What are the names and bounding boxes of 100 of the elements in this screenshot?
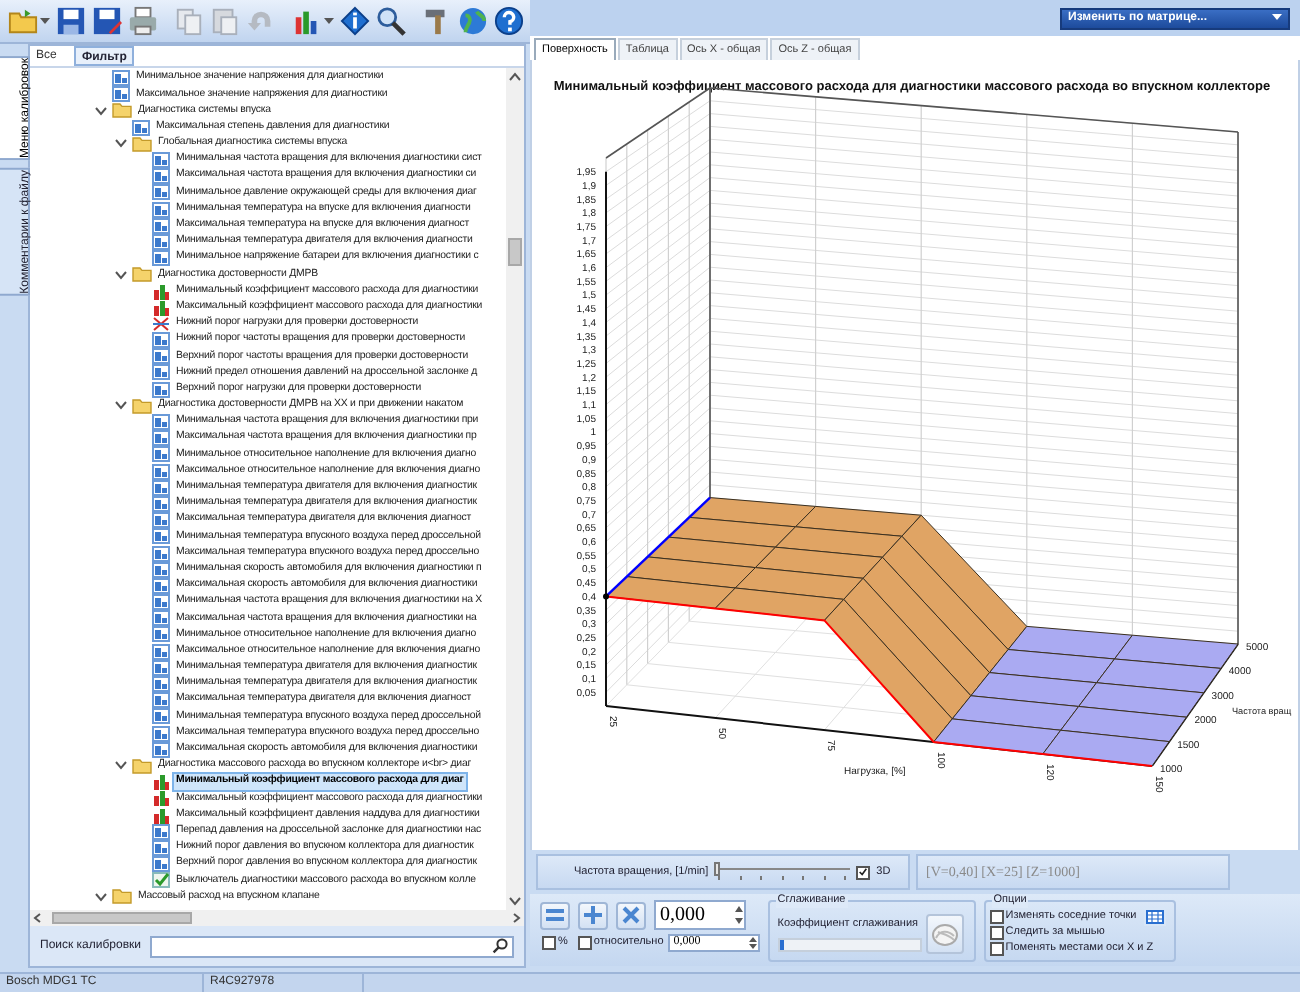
table-icon [132, 119, 150, 136]
checkbox[interactable] [542, 936, 556, 950]
checkbox[interactable] [577, 936, 592, 950]
info-icon[interactable] [340, 6, 370, 36]
table-icon [152, 479, 170, 496]
scroll-down-icon[interactable] [506, 892, 524, 910]
spinner-icon[interactable] [734, 902, 744, 928]
close-icon [618, 902, 644, 928]
surface-cell [1007, 625, 1133, 660]
surface-cell [688, 497, 817, 528]
table-icon [152, 430, 170, 447]
table-icon [152, 643, 170, 660]
surface-cell [774, 526, 903, 558]
map-icon [152, 299, 170, 316]
table-icon [152, 364, 170, 381]
grid-icon [1146, 910, 1165, 924]
caret-icon[interactable] [40, 17, 50, 25]
globe-icon[interactable] [458, 6, 488, 36]
checkbox[interactable] [989, 926, 1004, 940]
table-icon [152, 545, 170, 562]
scrollbar-thumb[interactable] [52, 912, 192, 924]
smoothing-slider[interactable] [777, 938, 922, 953]
table-icon [152, 856, 170, 873]
rpm-slider[interactable] [714, 862, 851, 882]
expander-icon[interactable] [114, 398, 128, 413]
map-icon [152, 283, 170, 300]
surface-cell [795, 505, 922, 537]
surface-cell [626, 556, 756, 589]
table-icon [152, 250, 170, 267]
checkbox[interactable] [856, 865, 871, 879]
surface-cell [714, 587, 845, 621]
caret-icon[interactable] [324, 17, 334, 25]
surface-cell [1042, 729, 1170, 767]
surface-cell [1078, 682, 1205, 718]
surface-cell [1096, 658, 1222, 694]
table-icon [152, 332, 170, 349]
table-icon [152, 348, 170, 365]
folder-icon [132, 397, 152, 414]
surface-cell [862, 556, 990, 697]
surface-cell [901, 514, 1028, 650]
printer-icon[interactable] [128, 6, 158, 36]
surface-cell [989, 649, 1115, 684]
help-icon[interactable] [494, 6, 524, 36]
number-field[interactable]: 0,000 [654, 900, 746, 930]
grid-button[interactable] [1144, 908, 1167, 926]
table-icon [152, 184, 170, 201]
expander-icon[interactable] [94, 103, 108, 118]
switch-icon [152, 872, 170, 889]
tool-button[interactable] [540, 901, 570, 929]
table-icon [152, 381, 170, 398]
plus-icon [580, 902, 606, 928]
map-icon [152, 807, 170, 824]
folder-icon [132, 266, 152, 283]
scroll-up-icon[interactable] [506, 68, 524, 86]
surface-cell [667, 516, 796, 548]
expander-icon[interactable] [94, 889, 108, 904]
table-icon [152, 414, 170, 431]
scroll-right-icon[interactable] [508, 910, 524, 926]
spinner-icon[interactable] [747, 936, 758, 950]
table-icon [152, 168, 170, 185]
surface-cell [970, 672, 1098, 707]
tool-button[interactable] [578, 901, 608, 929]
expander-icon[interactable] [114, 136, 128, 151]
table-icon [152, 463, 170, 480]
expander-icon[interactable] [114, 758, 128, 773]
table-icon [152, 839, 170, 856]
table-icon [152, 512, 170, 529]
table-icon [152, 725, 170, 742]
check-icon [858, 866, 869, 878]
save-as-icon[interactable] [92, 6, 122, 36]
checkbox[interactable] [989, 942, 1004, 956]
table-icon [152, 741, 170, 758]
scrollbar-thumb[interactable] [508, 238, 522, 266]
surface-cell [933, 718, 1062, 755]
surface-cell [754, 546, 883, 579]
table-icon [152, 577, 170, 594]
slider-thumb[interactable] [714, 862, 721, 876]
cursor-point[interactable] [603, 593, 609, 600]
mesh-icon [929, 919, 960, 949]
save-icon[interactable] [56, 6, 86, 36]
map-icon [152, 790, 170, 807]
tool-button[interactable] [616, 901, 646, 929]
table-icon [152, 528, 170, 545]
surface-cell [882, 535, 1009, 674]
table-icon [152, 626, 170, 643]
expander-icon[interactable] [114, 267, 128, 282]
search-icon[interactable] [376, 6, 406, 36]
scroll-left-icon[interactable] [30, 910, 46, 926]
map-icon [152, 774, 170, 791]
checkbox[interactable] [989, 910, 1004, 924]
search-icon[interactable] [492, 938, 508, 954]
chart-icon[interactable] [292, 6, 322, 36]
table-icon [152, 233, 170, 250]
search-field[interactable] [149, 935, 514, 957]
table-icon [152, 823, 170, 840]
table-icon [152, 610, 170, 627]
surface-cell [1114, 634, 1239, 669]
folder-icon[interactable] [8, 6, 38, 36]
caret-icon[interactable] [1272, 14, 1282, 22]
surface-cell [951, 695, 1080, 731]
